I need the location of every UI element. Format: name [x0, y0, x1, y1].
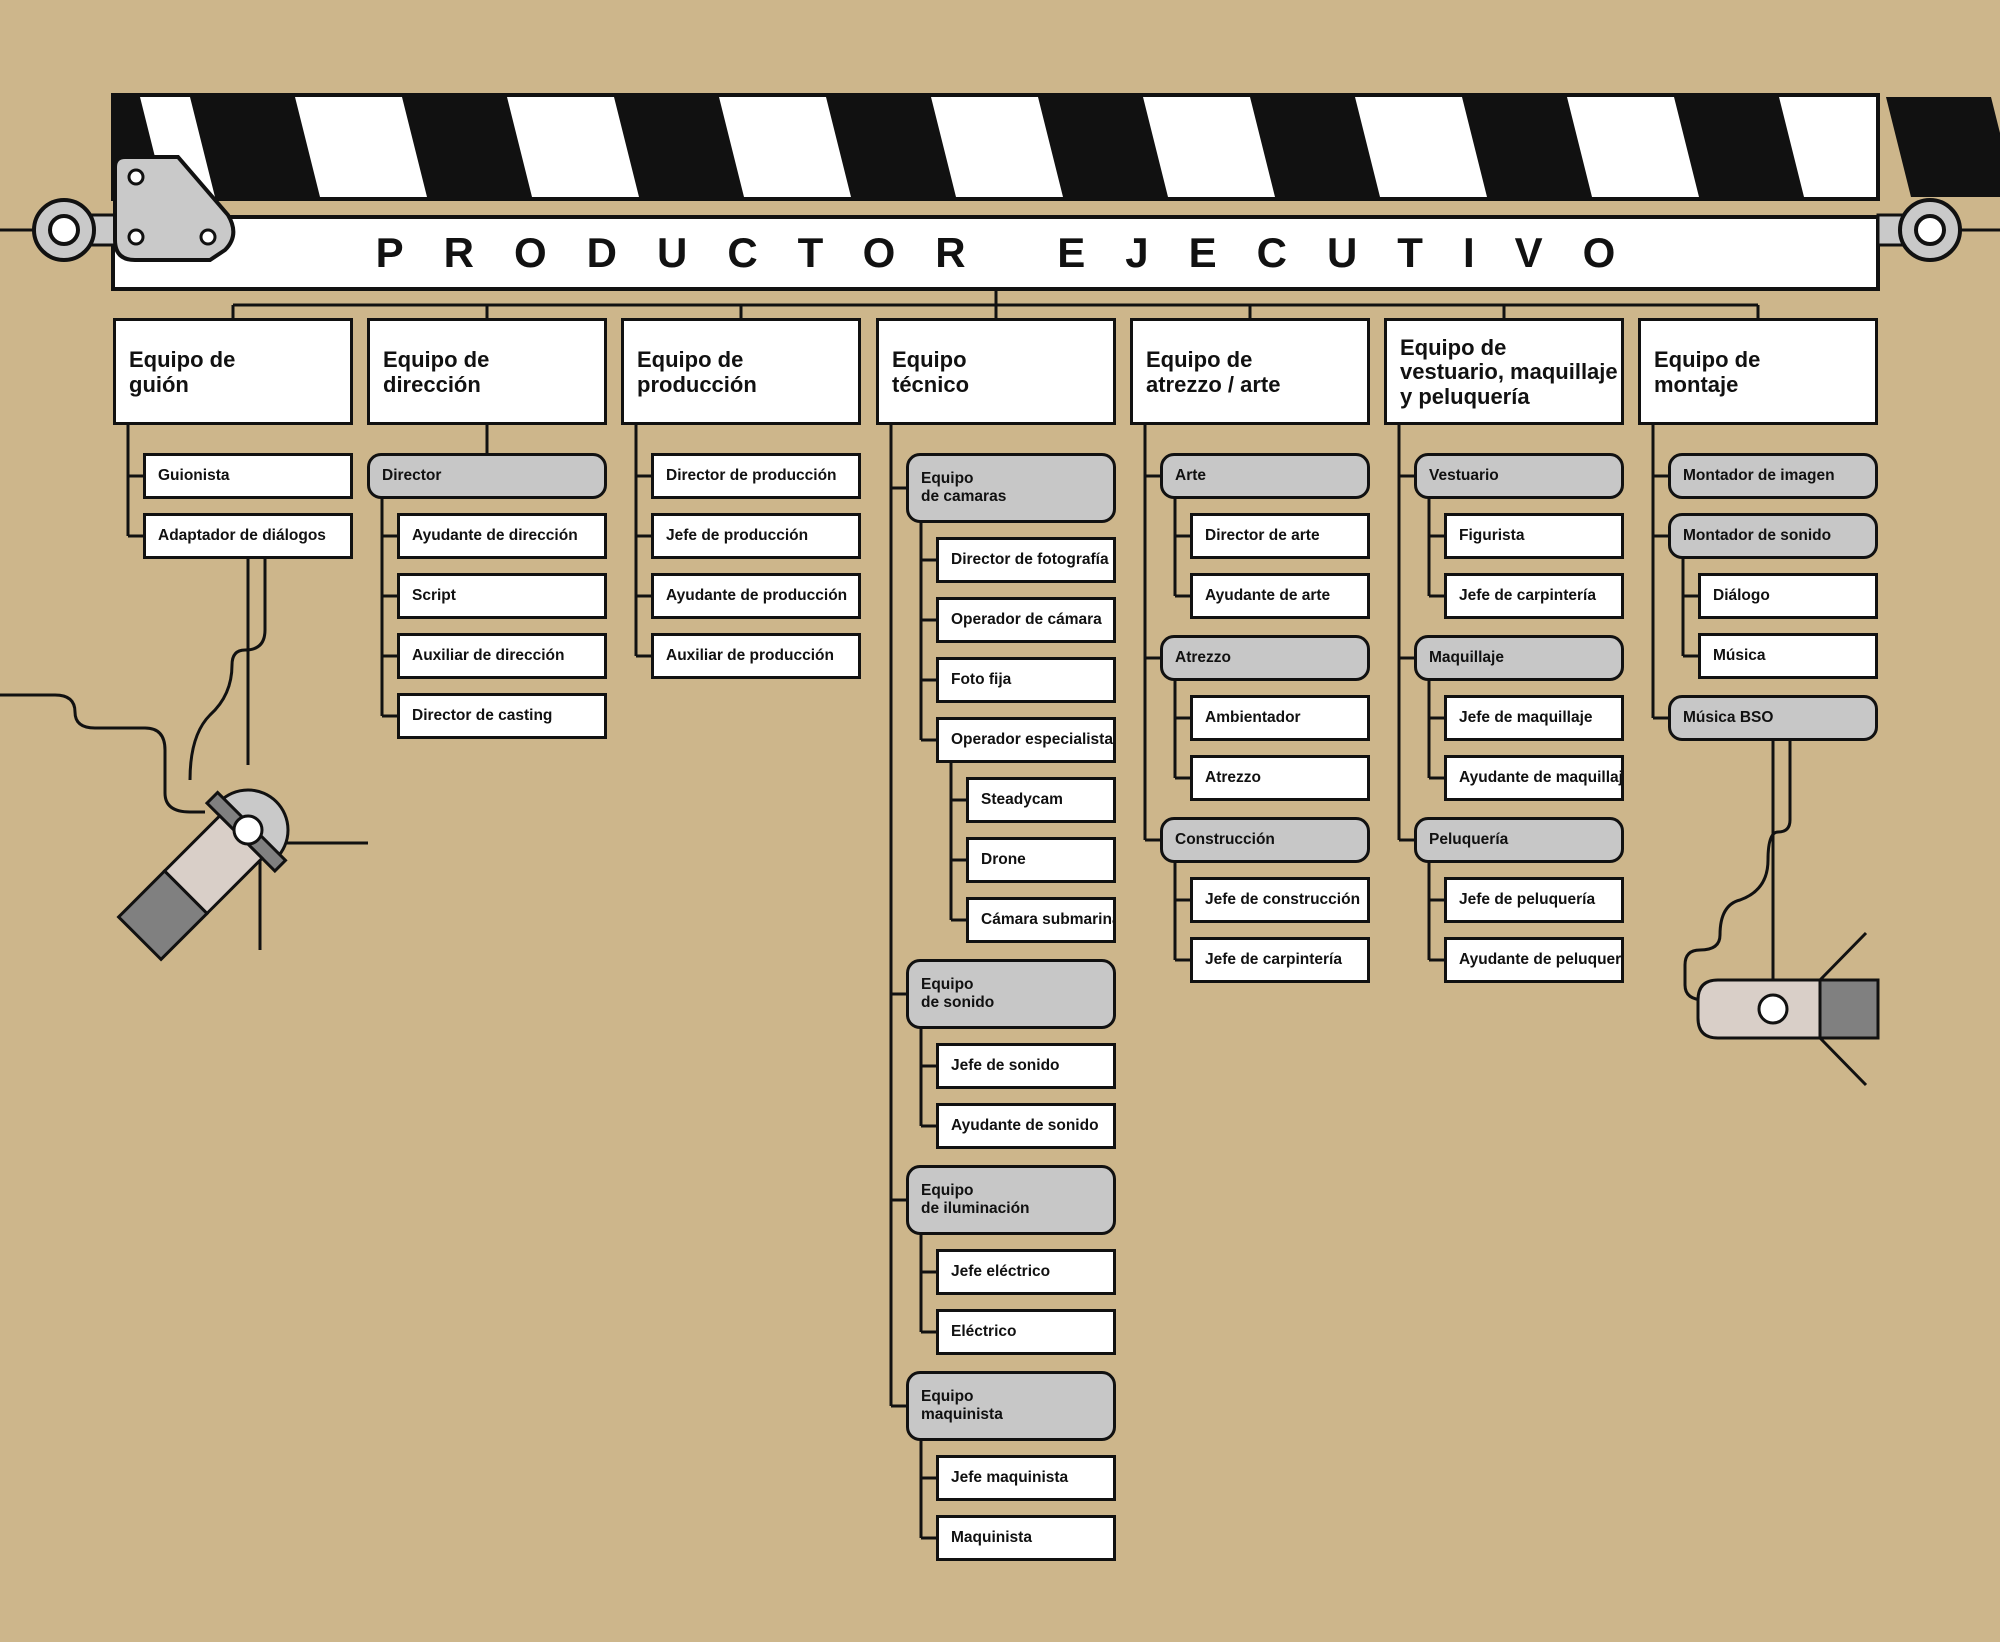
- role-box: Script: [397, 573, 607, 619]
- role-box: Ambientador: [1190, 695, 1370, 741]
- team-box: Equipo de atrezzo / arte: [1130, 318, 1370, 425]
- group-box: Montador de sonido: [1668, 513, 1878, 559]
- role-box: Ayudante de producción: [651, 573, 861, 619]
- role-box: Ayudante de arte: [1190, 573, 1370, 619]
- group-box: Director: [367, 453, 607, 499]
- group-box: Vestuario: [1414, 453, 1624, 499]
- group-box: Montador de imagen: [1668, 453, 1878, 499]
- team-box: Equipo de producción: [621, 318, 861, 425]
- team-box: Equipo de montaje: [1638, 318, 1878, 425]
- role-box: Auxiliar de producción: [651, 633, 861, 679]
- role-box: Jefe de peluquería: [1444, 877, 1624, 923]
- group-box: Equipo de sonido: [906, 959, 1116, 1029]
- group-box: Equipo de camaras: [906, 453, 1116, 523]
- role-box: Jefe maquinista: [936, 1455, 1116, 1501]
- role-box: Foto fija: [936, 657, 1116, 703]
- film-light-left-icon: [0, 545, 368, 962]
- group-box: Maquillaje: [1414, 635, 1624, 681]
- group-box: Arte: [1160, 453, 1370, 499]
- group-box: Atrezzo: [1160, 635, 1370, 681]
- role-box: Música: [1698, 633, 1878, 679]
- group-box: Equipo maquinista: [906, 1371, 1116, 1441]
- role-box: Jefe de carpintería: [1190, 937, 1370, 983]
- role-box: Jefe de construcción: [1190, 877, 1370, 923]
- group-box: Equipo de iluminación: [906, 1165, 1116, 1235]
- role-box: Cámara submarina: [966, 897, 1116, 943]
- team-box: Equipo de dirección: [367, 318, 607, 425]
- group-box: Peluquería: [1414, 817, 1624, 863]
- role-box: Drone: [966, 837, 1116, 883]
- role-box: Figurista: [1444, 513, 1624, 559]
- role-box: Director de fotografía: [936, 537, 1116, 583]
- page-title: PRODUCTOR EJECUTIVO: [375, 229, 1656, 276]
- role-box: Director de arte: [1190, 513, 1370, 559]
- role-box: Jefe eléctrico: [936, 1249, 1116, 1295]
- group-box: Construcción: [1160, 817, 1370, 863]
- role-box: Auxiliar de dirección: [397, 633, 607, 679]
- group-box: Música BSO: [1668, 695, 1878, 741]
- role-box: Director de casting: [397, 693, 607, 739]
- role-box: Maquinista: [936, 1515, 1116, 1561]
- role-box: Ayudante de peluquería: [1444, 937, 1624, 983]
- role-box: Atrezzo: [1190, 755, 1370, 801]
- role-box: Jefe de sonido: [936, 1043, 1116, 1089]
- role-box: Eléctrico: [936, 1309, 1116, 1355]
- role-box: Ayudante de sonido: [936, 1103, 1116, 1149]
- role-box: Jefe de producción: [651, 513, 861, 559]
- role-box: Jefe de maquillaje: [1444, 695, 1624, 741]
- role-box: Guionista: [143, 453, 353, 499]
- role-box: Ayudante de dirección: [397, 513, 607, 559]
- role-box: Steadycam: [966, 777, 1116, 823]
- role-box: Adaptador de diálogos: [143, 513, 353, 559]
- role-box: Ayudante de maquillaje: [1444, 755, 1624, 801]
- role-box: Diálogo: [1698, 573, 1878, 619]
- role-box: Director de producción: [651, 453, 861, 499]
- film-light-right-icon: [1683, 740, 1880, 1087]
- team-box: Equipo de vestuario, maquillaje y peluquer…: [1384, 318, 1624, 425]
- team-box: Equipo de guión: [113, 318, 353, 425]
- clapper-stripe: [1886, 97, 2000, 197]
- role-box: Operador especialista: [936, 717, 1116, 763]
- team-box: Equipo técnico: [876, 318, 1116, 425]
- role-box: Operador de cámara: [936, 597, 1116, 643]
- role-box: Jefe de carpintería: [1444, 573, 1624, 619]
